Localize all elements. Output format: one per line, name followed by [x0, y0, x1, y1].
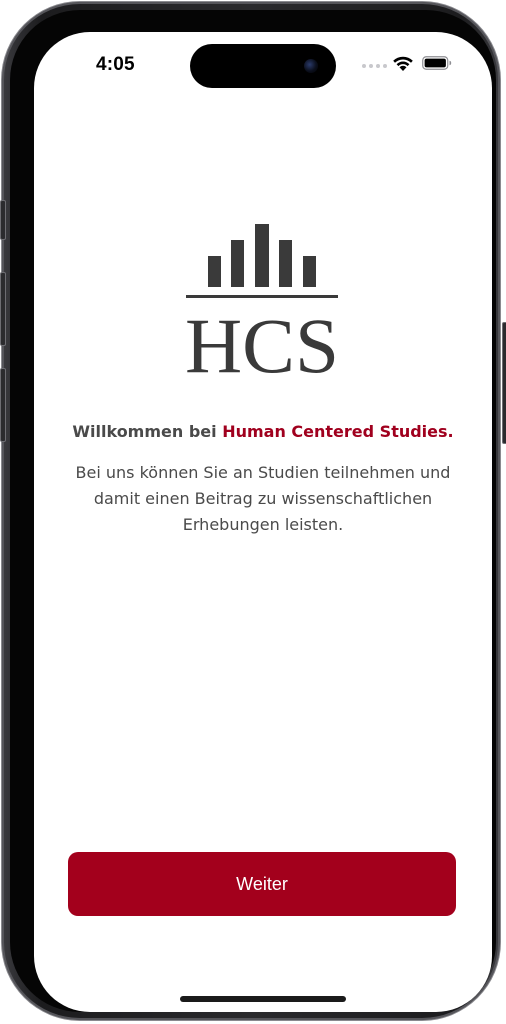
intro-description: Bei uns können Sie an Studien teilnehmen… — [75, 463, 451, 534]
volume-up-button — [0, 272, 6, 346]
battery-icon — [422, 56, 452, 70]
logo-bar — [279, 240, 292, 287]
continue-button[interactable]: Weiter — [68, 852, 456, 916]
hcs-logo: HCS — [182, 220, 342, 389]
front-camera-icon — [304, 59, 318, 73]
continue-button-label: Weiter — [236, 873, 288, 894]
signal-dots-icon — [362, 64, 387, 68]
status-time: 4:05 — [96, 54, 135, 75]
power-button — [502, 322, 506, 444]
home-indicator[interactable] — [180, 996, 346, 1002]
logo-bar — [255, 224, 269, 287]
logo-bar — [208, 256, 221, 287]
logo-bar — [303, 256, 316, 287]
logo-bar — [231, 240, 244, 287]
hcs-logo-graphic: HCS — [185, 224, 339, 389]
logo-text: HCS — [185, 302, 339, 380]
welcome-heading: Willkommen bei Human Centered Studies. — [34, 422, 492, 441]
bezel: 4:05 HCS Willkommen bei Human Centered S… — [10, 10, 496, 1012]
wifi-icon — [393, 56, 413, 71]
welcome-brand: Human Centered Studies. — [222, 422, 454, 441]
dynamic-island — [190, 44, 336, 88]
welcome-prefix: Willkommen bei — [72, 422, 223, 441]
screen: 4:05 HCS Willkommen bei Human Centered S… — [34, 32, 492, 1012]
logo-rule — [186, 295, 338, 298]
volume-down-button — [0, 368, 6, 442]
action-button — [0, 200, 6, 240]
